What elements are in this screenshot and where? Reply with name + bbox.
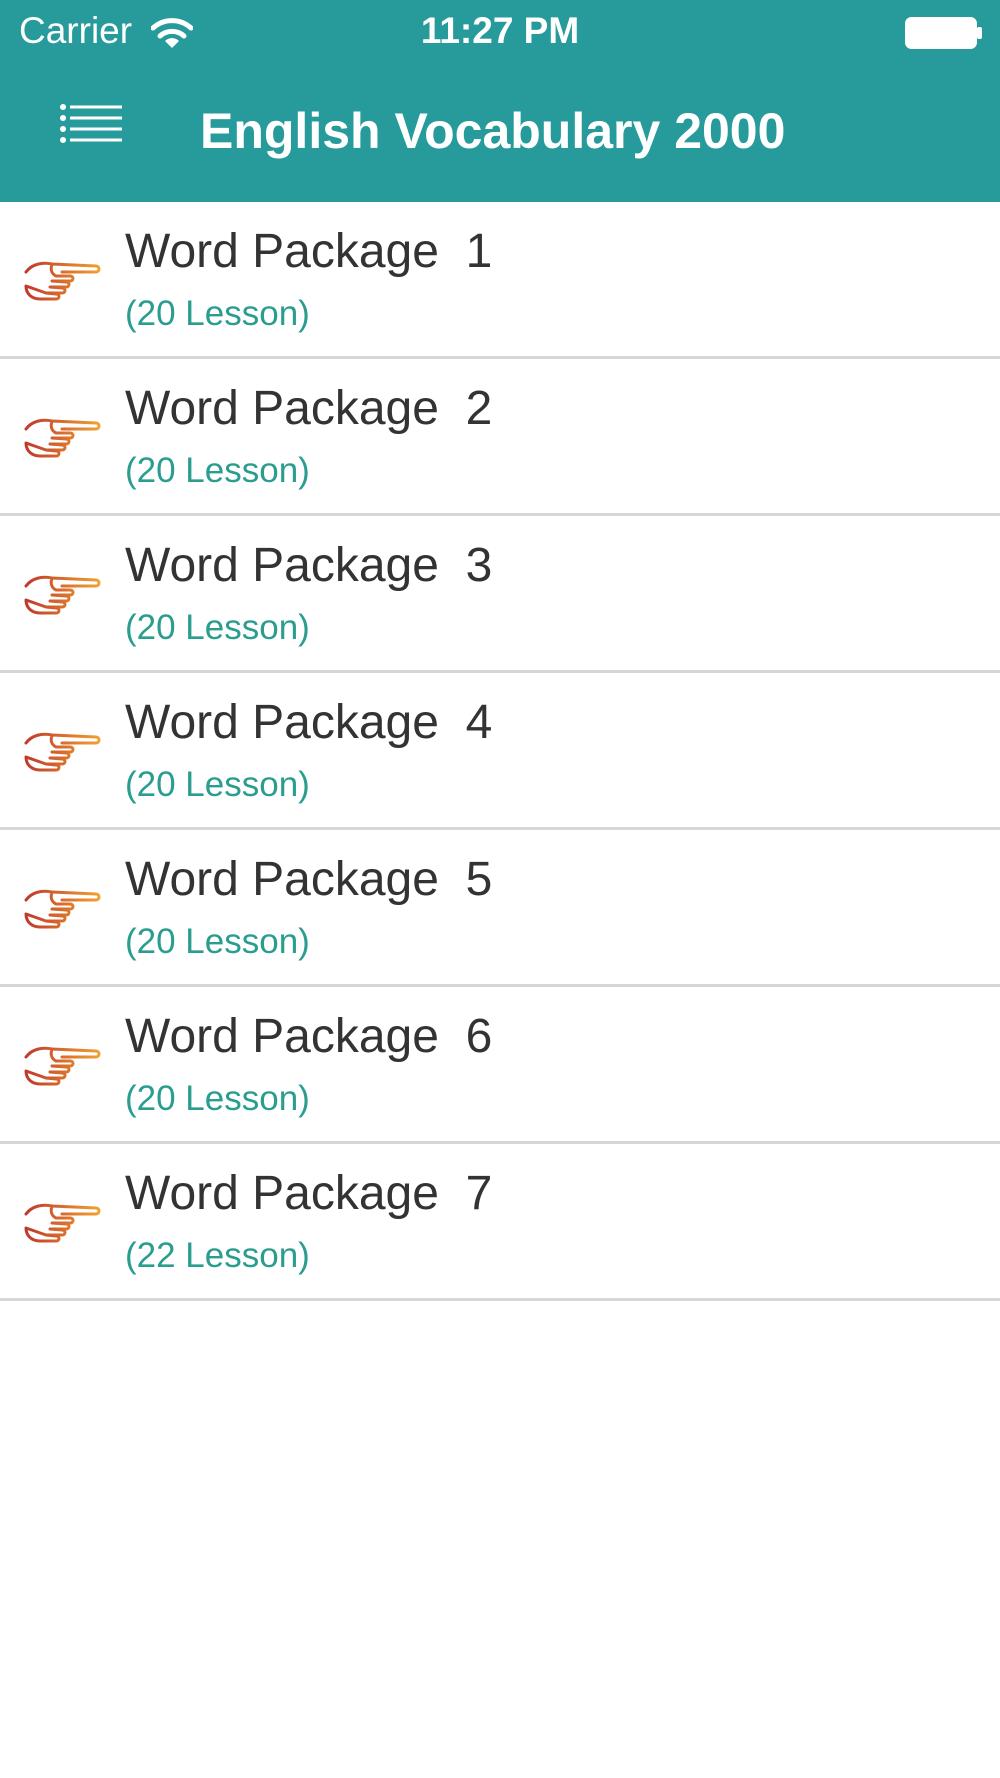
package-lesson-count: (20 Lesson) [125,765,310,804]
package-title: Word Package 7 [125,1167,493,1220]
package-lesson-count: (20 Lesson) [125,922,310,961]
package-title: Word Package 4 [125,696,493,749]
pointing-hand-icon [24,1203,101,1243]
package-title: Word Package 3 [125,539,493,592]
list-item-package-5[interactable]: Word Package 5 (20 Lesson) [0,830,1000,987]
pointing-hand-icon [24,575,101,615]
pointing-hand-icon [24,261,101,301]
package-lesson-count: (20 Lesson) [125,294,310,333]
pointing-hand-icon [24,1046,101,1086]
list-item-package-2[interactable]: Word Package 2 (20 Lesson) [0,359,1000,516]
package-title: Word Package 2 [125,382,493,435]
menu-button[interactable] [46,92,136,166]
list-item-package-1[interactable]: Word Package 1 (20 Lesson) [0,202,1000,359]
status-time: 11:27 PM [420,10,580,51]
package-title: Word Package 6 [125,1010,493,1063]
list-item-package-4[interactable]: Word Package 4 (20 Lesson) [0,673,1000,830]
pointing-hand-icon [24,889,101,929]
pointing-hand-icon [24,418,101,458]
list-item-package-7[interactable]: Word Package 7 (22 Lesson) [0,1144,1000,1301]
pointing-hand-icon [24,732,101,772]
status-bar: Carrier 11:27 PM [0,0,1000,66]
package-lesson-count: (20 Lesson) [125,1079,310,1118]
page-title: English Vocabulary 2000 [200,103,786,159]
navigation-bar: English Vocabulary 2000 [0,66,1000,202]
list-item-package-6[interactable]: Word Package 6 (20 Lesson) [0,987,1000,1144]
package-lesson-count: (20 Lesson) [125,451,310,490]
package-list: Word Package 1 (20 Lesson) Word Package … [0,202,1000,1301]
list-item-package-3[interactable]: Word Package 3 (20 Lesson) [0,516,1000,673]
menu-list-icon [60,104,122,143]
package-title: Word Package 1 [125,225,493,278]
battery-icon [905,17,982,49]
header: Carrier 11:27 PM English Vocabulary 2000 [0,0,1000,202]
app-screen: Carrier 11:27 PM English Vocabulary 2000… [0,0,1000,1778]
package-lesson-count: (20 Lesson) [125,608,310,647]
package-title: Word Package 5 [125,853,493,906]
package-lesson-count: (22 Lesson) [125,1236,310,1275]
